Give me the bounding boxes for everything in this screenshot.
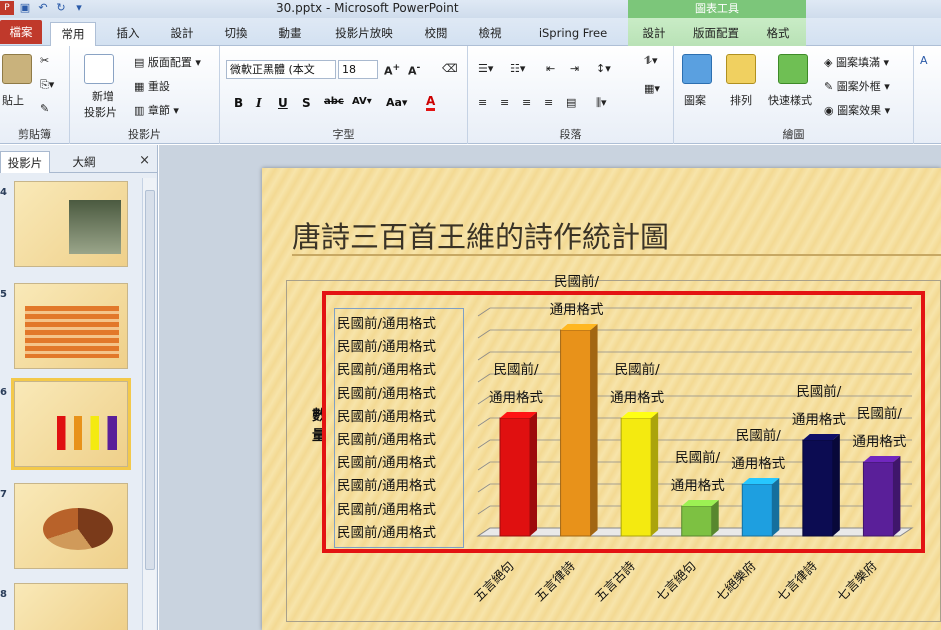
axis-label-selection-box[interactable] (334, 308, 464, 548)
powerpoint-window: P ▣ ↶ ↻ ▾ 30.pptx - Microsoft PowerPoint… (0, 0, 941, 630)
